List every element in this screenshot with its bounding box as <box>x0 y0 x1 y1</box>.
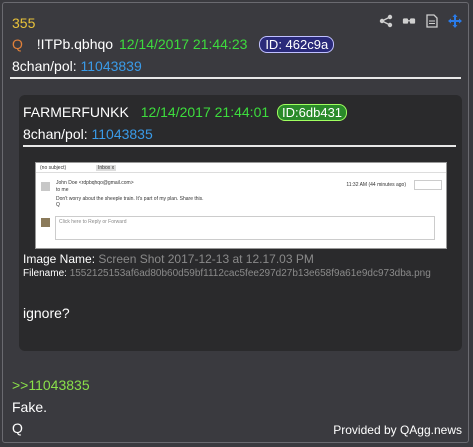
file-name: Filename: 1552125153af6ad80b60d59bf1112c… <box>23 268 431 279</box>
email-subject: (no subject) <box>40 165 67 171</box>
quoted-poster-name: FARMERFUNKK <box>23 104 129 120</box>
reply-box: Click here to Reply or Forward <box>55 216 435 240</box>
move-icon[interactable] <box>448 14 462 28</box>
post-header: Q !ITPb.qbhqo 12/14/2017 21:44:23 ID: 46… <box>12 36 335 53</box>
quoted-id-badge: ID:6db431 <box>277 104 348 121</box>
file-name-label: Filename: <box>23 268 67 279</box>
quoted-date: 12/14/2017 21:44:01 <box>140 104 270 120</box>
email-sender: John Doe <rdpbqhqo@gmail.com> <box>56 180 134 186</box>
attached-image[interactable]: (no subject) Inbox x John Doe <rdpbqhqo@… <box>35 162 447 249</box>
quoted-divider <box>23 145 456 147</box>
quoted-post: FARMERFUNKK 12/14/2017 21:44:01 ID:6db43… <box>19 95 462 351</box>
post-date: 12/14/2017 21:44:23 <box>118 36 248 52</box>
post-toolbar <box>379 14 462 28</box>
quoted-board-prefix: 8chan/pol: <box>23 126 88 142</box>
credit-text: Provided by QAgg.news <box>333 423 462 437</box>
file-name-value: 1552125153af6ad80b60d59bf1112cac5fee297d… <box>69 268 431 279</box>
image-name-value: Screen Shot 2017-12-13 at 12.17.03 PM <box>98 252 314 266</box>
post-board-ref: 8chan/pol: 11043839 <box>12 58 142 74</box>
reply-avatar <box>41 218 50 227</box>
reply-link[interactable]: >>11043835 <box>12 377 90 393</box>
tripcode: !ITPb.qbhqo <box>36 36 114 52</box>
body-line-2: Q <box>12 420 23 436</box>
board-link[interactable]: 11043839 <box>81 58 142 74</box>
share-icon[interactable] <box>379 14 393 28</box>
email-time: 11:32 AM (44 minutes ago) <box>346 182 406 188</box>
email-line-2: Q <box>56 202 60 208</box>
email-to: to me <box>56 187 69 193</box>
post-card: 355 Q !ITPb.qbhqo 12/14/2017 21:44:23 ID… <box>2 2 469 443</box>
body-line-1: Fake. <box>12 399 48 415</box>
poster-id-badge: ID: 462c9a <box>259 36 335 53</box>
quoted-board-link[interactable]: 11043835 <box>92 126 153 142</box>
board-prefix: 8chan/pol: <box>12 58 77 74</box>
sender-avatar <box>41 182 50 191</box>
document-icon[interactable] <box>425 14 439 28</box>
quoted-header: FARMERFUNKK 12/14/2017 21:44:01 ID:6db43… <box>23 104 348 121</box>
email-line-1: Don't worry about the sheeple train. It'… <box>56 196 204 202</box>
image-name: Image Name: Screen Shot 2017-12-13 at 12… <box>23 252 314 266</box>
poster-name: Q <box>12 36 23 52</box>
email-subject-bar: (no subject) Inbox x <box>36 163 446 173</box>
reply-placeholder: Click here to Reply or Forward <box>59 219 127 225</box>
header-divider <box>10 77 461 79</box>
image-name-label: Image Name: <box>23 252 96 266</box>
post-number: 355 <box>12 15 36 31</box>
glasses-icon[interactable] <box>402 14 416 28</box>
inbox-tag: Inbox x <box>96 165 117 171</box>
quoted-board-ref: 8chan/pol: 11043835 <box>23 126 153 142</box>
quoted-body: ignore? <box>23 305 70 321</box>
email-reply-buttons <box>414 180 442 190</box>
